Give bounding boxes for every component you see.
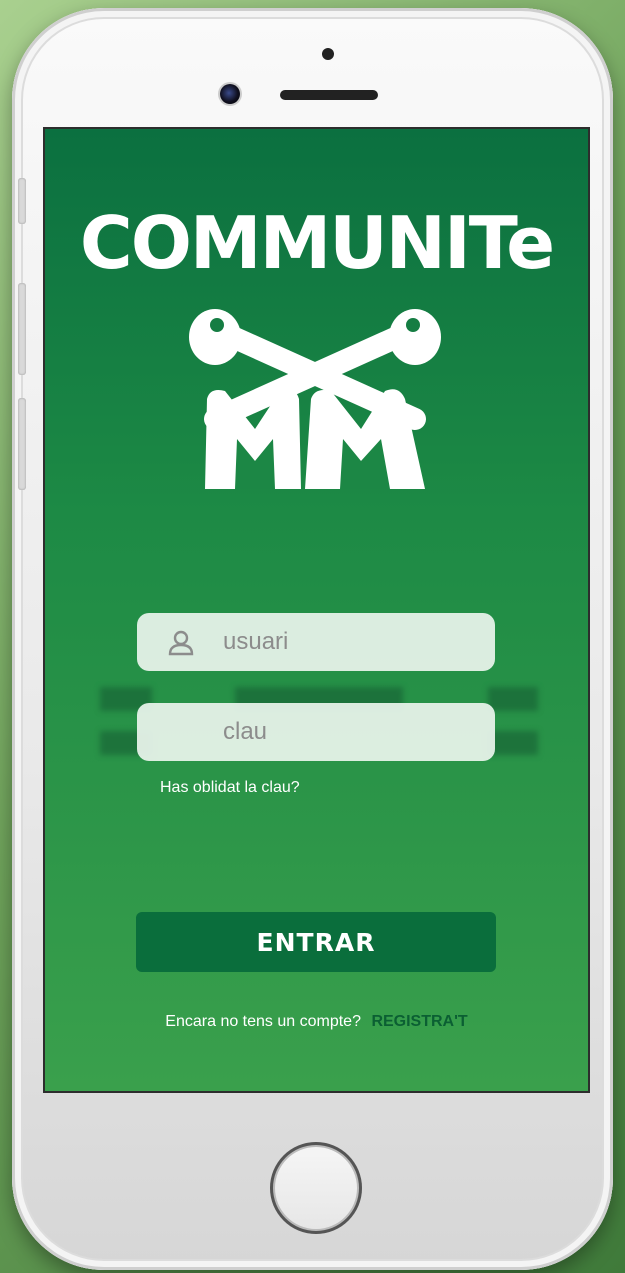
enter-button[interactable]: ENTRAR	[136, 912, 496, 972]
register-link[interactable]: REGISTRA'T	[371, 1013, 467, 1030]
volume-down-button	[18, 398, 26, 490]
decorative-blur	[488, 731, 538, 755]
user-icon	[168, 630, 194, 656]
app-logo-text: COMMUNITe	[79, 201, 555, 285]
decorative-blur	[488, 687, 538, 711]
earpiece-speaker	[280, 90, 378, 100]
crossed-bones-mm-icon	[189, 309, 441, 489]
forgot-password-link[interactable]: Has oblidat la clau?	[160, 779, 300, 797]
signup-row: Encara no tens un compte? REGISTRA'T	[45, 1013, 588, 1031]
signup-prompt: Encara no tens un compte?	[165, 1013, 361, 1030]
username-field[interactable]	[137, 613, 495, 671]
front-camera	[220, 84, 240, 104]
password-input[interactable]	[221, 717, 475, 747]
mute-switch	[18, 178, 26, 224]
app-screen: COMMUNITe Has oblidat la clau? ENTRAR En…	[43, 127, 590, 1093]
proximity-sensor	[322, 48, 334, 60]
username-input[interactable]	[221, 627, 475, 657]
volume-up-button	[18, 283, 26, 375]
home-button[interactable]	[270, 1142, 362, 1234]
password-field[interactable]	[137, 703, 495, 761]
